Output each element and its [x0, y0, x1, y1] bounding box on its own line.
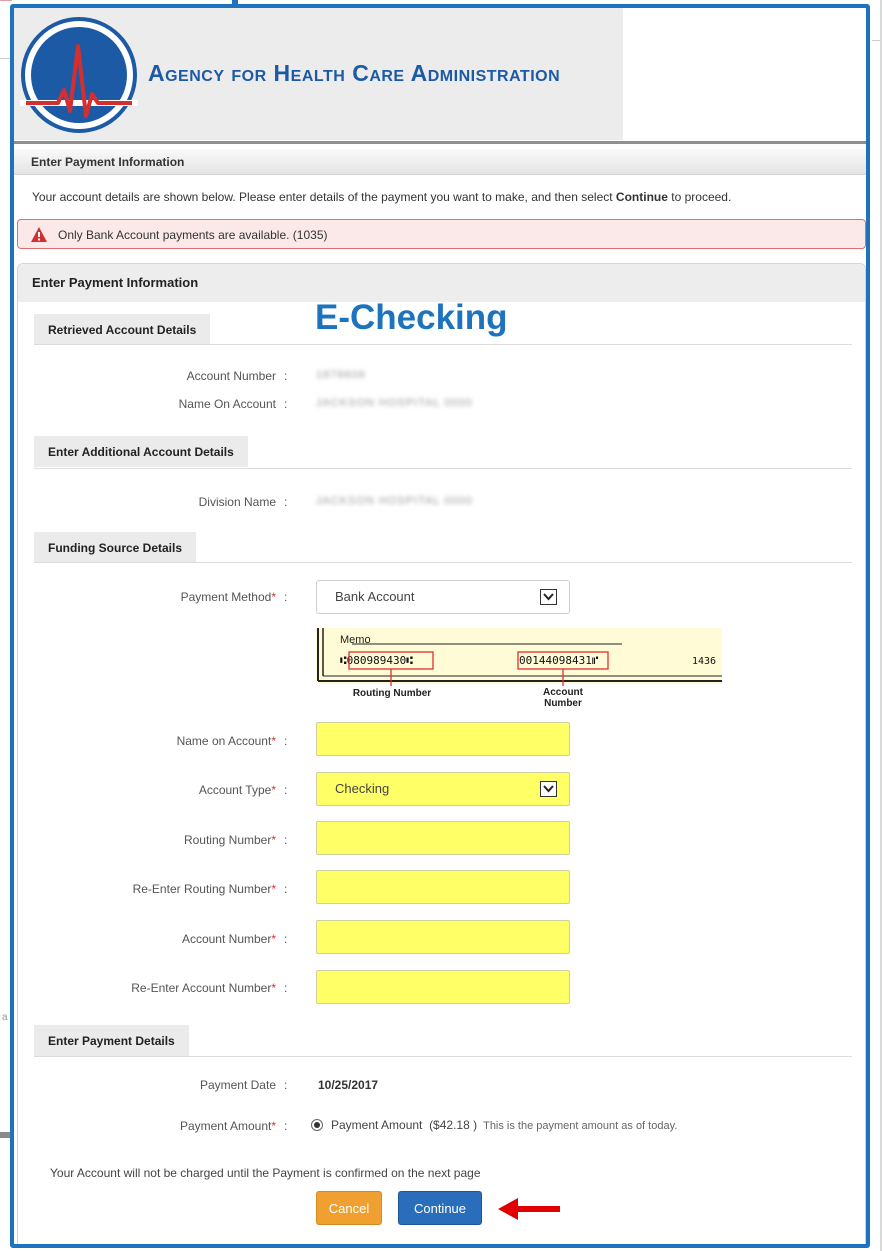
reenter-account-number-input[interactable] [316, 970, 570, 1004]
required-mark: * [271, 932, 276, 946]
account-number-caption-line1: Account [543, 687, 584, 698]
payment-method-select[interactable]: Bank Account [316, 580, 570, 614]
payment-method-label-text: Payment Method [180, 590, 272, 604]
payment-amount-label-text: Payment Amount [179, 1119, 272, 1133]
colon: : [284, 1119, 288, 1133]
retrieved-account-heading: Retrieved Account Details [34, 314, 211, 345]
continue-button[interactable]: Continue [398, 1191, 482, 1225]
background-line [0, 58, 10, 59]
colon: : [284, 734, 288, 748]
check-diagram-image: Memo ⑆080989430⑆ 00144098431⑈ 1436 Routi… [316, 628, 722, 712]
divider [34, 562, 852, 563]
payment-date-label: Payment Date [199, 1078, 276, 1092]
required-mark: * [271, 833, 276, 847]
account-number-input[interactable] [316, 920, 570, 954]
agency-title: Agency for Health Care Administration [148, 60, 561, 86]
required-mark: * [271, 590, 276, 604]
payment-method-label: Payment Method* [26, 590, 276, 604]
divider [34, 344, 852, 345]
cancel-button[interactable]: Cancel [316, 1191, 382, 1225]
reenter-routing-label-text: Re-Enter Routing Number [132, 882, 272, 896]
name-on-account-label: Name On Account [178, 397, 276, 411]
colon: : [284, 397, 288, 411]
check-memo: Memo [340, 634, 371, 646]
chevron-down-icon[interactable] [540, 589, 557, 605]
red-arrow-icon [498, 1198, 560, 1220]
required-mark: * [271, 981, 276, 995]
check-number: 1436 [692, 656, 716, 667]
reenter-account-label-text: Re-Enter Account Number [131, 981, 272, 995]
account-number-input-label: Account Number* [26, 932, 276, 946]
site-header: Agency for Health Care Administration [14, 8, 866, 146]
colon: : [284, 590, 288, 604]
reenter-routing-number-label: Re-Enter Routing Number* [26, 882, 276, 896]
background-text: a [2, 1012, 8, 1023]
colon: : [284, 495, 288, 509]
intro-text-bold: Continue [615, 190, 668, 204]
colon: : [284, 882, 288, 896]
account-number-label-text: Account Number [181, 932, 272, 946]
division-name-label: Division Name [198, 495, 276, 509]
name-on-account-input-label: Name on Account* [26, 734, 276, 748]
routing-number-label: Routing Number* [26, 833, 276, 847]
required-mark: * [271, 734, 276, 748]
colon: : [284, 369, 288, 383]
confirmation-note: Your Account will not be charged until t… [50, 1166, 481, 1180]
error-alert: Only Bank Account payments are available… [17, 219, 866, 249]
colon: : [284, 981, 288, 995]
highlight-frame: Agency for Health Care Administration En… [10, 4, 870, 1248]
payment-amount-radio-option[interactable]: Payment Amount ($42.18 ) This is the paym… [311, 1118, 677, 1132]
intro-text-end: to proceed. [667, 190, 732, 204]
account-type-label: Account Type* [26, 783, 276, 797]
routing-number-input[interactable] [316, 821, 570, 855]
required-mark: * [271, 783, 276, 797]
reenter-account-number-label: Re-Enter Account Number* [26, 981, 276, 995]
intro-text: Your account details are shown below. Pl… [32, 190, 731, 204]
reenter-routing-number-input[interactable] [316, 870, 570, 904]
payment-details-heading: Enter Payment Details [34, 1025, 189, 1056]
account-number-label: Account Number [186, 369, 276, 383]
name-on-account-input[interactable] [316, 722, 570, 756]
division-name-value: JACKSON HOSPITAL 0000 [316, 495, 473, 507]
funding-source-heading: Funding Source Details [34, 532, 197, 563]
page-section-title: Enter Payment Information [14, 149, 866, 175]
colon: : [284, 783, 288, 797]
payment-amount-radio[interactable] [311, 1119, 323, 1131]
intro-text-start: Your account details are shown below. Pl… [32, 190, 616, 204]
required-mark: * [271, 882, 276, 896]
header-divider [14, 141, 866, 144]
colon: : [284, 932, 288, 946]
account-number-value: 1878606 [316, 369, 366, 381]
payment-amount-option-label: Payment Amount [331, 1118, 423, 1132]
account-number-caption-line2: Number [544, 698, 582, 709]
payment-method-value: Bank Account [335, 589, 415, 604]
e-checking-annotation: E-Checking [315, 298, 508, 337]
colon: : [284, 833, 288, 847]
name-on-account-value: JACKSON HOSPITAL 0000 [316, 397, 473, 409]
account-type-value: Checking [335, 781, 390, 796]
divider [34, 1056, 852, 1057]
check-account-digits: 00144098431⑈ [519, 654, 599, 667]
check-routing-digits: ⑆080989430⑆ [340, 654, 413, 667]
alert-message: Only Bank Account payments are available… [58, 228, 328, 242]
routing-number-caption: Routing Number [353, 688, 431, 699]
heartbeat-logo-icon [20, 16, 138, 134]
colon: : [284, 1078, 288, 1092]
account-type-select[interactable]: Checking [316, 772, 570, 806]
chevron-down-icon[interactable] [540, 781, 557, 797]
divider [34, 468, 852, 469]
name-on-account-label-text: Name on Account [176, 734, 272, 748]
payment-amount-note: This is the payment amount as of today. [483, 1120, 678, 1132]
payment-amount-label: Payment Amount* [26, 1119, 276, 1133]
payment-date-value: 10/25/2017 [318, 1078, 379, 1092]
warning-triangle-icon [31, 227, 47, 242]
required-mark: * [271, 1119, 276, 1133]
panel-title: Enter Payment Information [18, 264, 865, 302]
additional-account-heading: Enter Additional Account Details [34, 436, 248, 467]
routing-number-label-text: Routing Number [183, 833, 272, 847]
payment-amount-value: ($42.18 ) [429, 1118, 478, 1132]
account-type-label-text: Account Type [198, 783, 272, 797]
